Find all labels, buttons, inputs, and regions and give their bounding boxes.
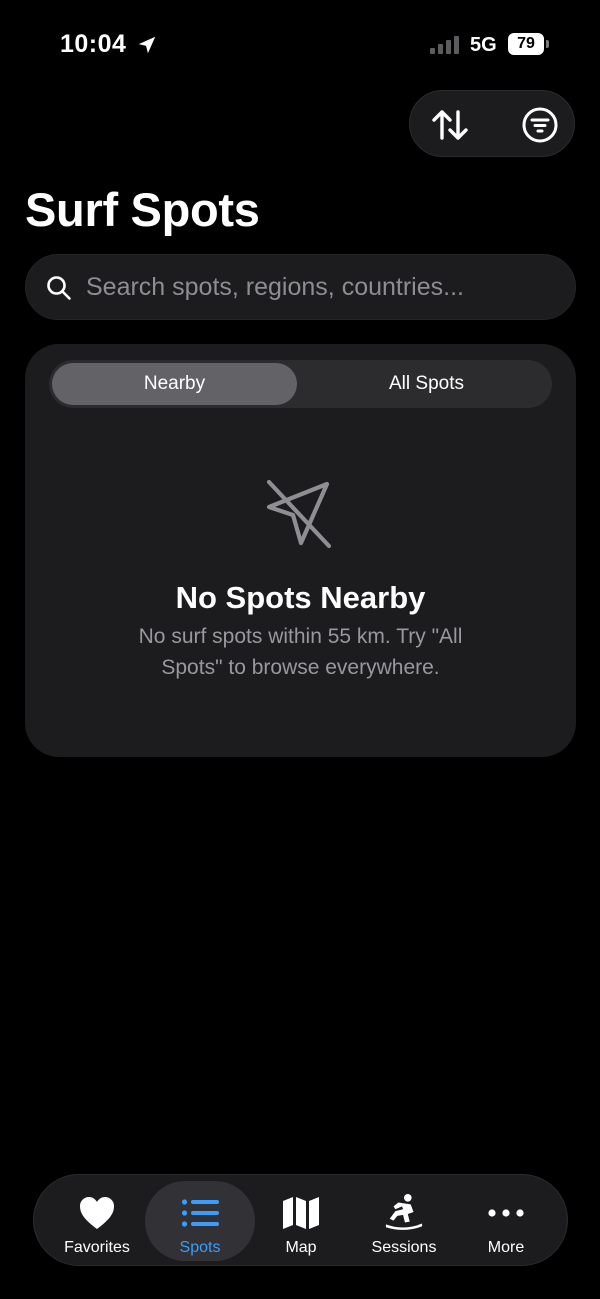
page-title: Surf Spots [25,183,260,236]
heart-icon [80,1197,114,1229]
search-bar[interactable] [25,254,576,320]
segment-all-spots[interactable]: All Spots [304,363,549,405]
tab-favorites[interactable]: Favorites [42,1181,152,1261]
arrow-up-down-icon [432,110,468,140]
segmented-control: Nearby All Spots [49,360,552,408]
location-slash-icon [266,479,332,549]
map-icon [283,1197,319,1229]
tab-more[interactable]: More [451,1181,561,1261]
tab-label-map: Map [285,1239,317,1256]
filter-button[interactable] [518,103,562,147]
toolbar [409,90,575,157]
list-icon [181,1199,219,1227]
location-arrow-icon [138,36,156,54]
tab-label-more: More [487,1239,525,1256]
surfer-icon [385,1193,423,1230]
tab-label-spots: Spots [179,1239,221,1256]
tab-bar: Favorites Spots Map Sessions More [33,1174,568,1266]
empty-state-message: No surf spots within 55 km. Try "All Spo… [138,625,463,679]
tab-sessions[interactable]: Sessions [349,1181,459,1261]
battery-indicator: 79 [508,33,544,55]
battery-nub [546,40,549,48]
tab-spots[interactable]: Spots [145,1181,255,1261]
tab-map[interactable]: Map [246,1181,356,1261]
status-bar: 10:04 5G 79 [0,0,600,90]
filter-lines-icon [522,107,558,143]
status-time: 10:04 [60,30,127,58]
sort-button[interactable] [428,103,472,147]
search-input[interactable] [86,255,556,319]
spots-card: Nearby All Spots No Spots Nearby No surf… [25,344,576,757]
cellular-signal-icon [430,36,459,54]
segment-nearby[interactable]: Nearby [52,363,297,405]
ellipsis-icon [488,1209,524,1217]
empty-state-title: No Spots Nearby [175,580,426,615]
network-type: 5G [470,34,497,56]
search-icon [47,276,71,300]
tab-label-sessions: Sessions [371,1239,437,1256]
tab-label-favorites: Favorites [64,1239,130,1256]
